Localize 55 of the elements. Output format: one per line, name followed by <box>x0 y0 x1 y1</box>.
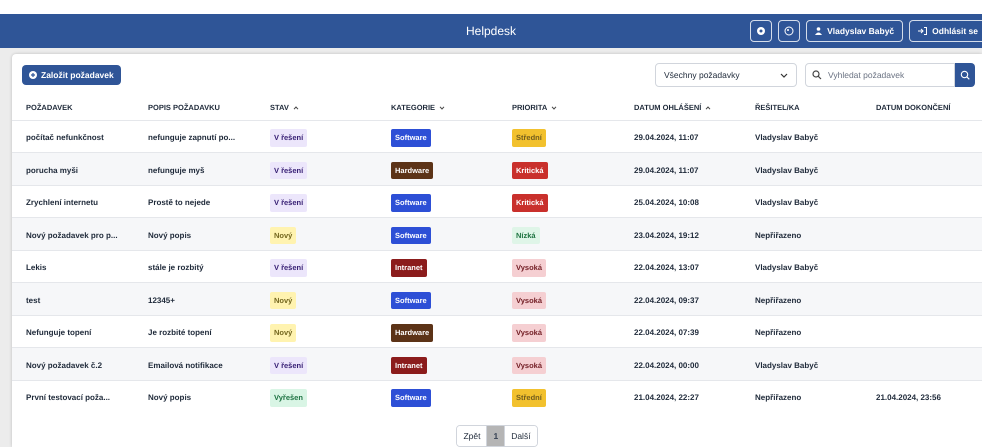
create-request-button[interactable]: Založit požadavek <box>22 65 121 85</box>
reported-date: 29.04.2024, 11:07 <box>634 133 699 142</box>
reported-date: 22.04.2024, 09:37 <box>634 296 699 305</box>
request-description: Je rozbité topení <box>148 328 212 338</box>
chevron-down-icon <box>780 72 788 78</box>
app-title: Helpdesk <box>466 23 516 40</box>
request-name: Nový požadavek pro p... <box>26 230 118 240</box>
assignee-name: Nepřiřazeno <box>755 328 802 338</box>
reported-date: 29.04.2024, 11:07 <box>634 166 699 175</box>
settings-button[interactable] <box>750 20 772 42</box>
logout-button[interactable]: Odhlásit se <box>909 20 982 42</box>
assignee-name: Nepřiřazeno <box>755 230 802 240</box>
request-name: porucha myši <box>26 166 78 175</box>
settings-icon <box>756 26 766 36</box>
request-name: počítač nefunkčnost <box>26 133 104 142</box>
request-description: nefunguje myš <box>148 166 204 175</box>
filter-dropdown[interactable]: Všechny požadavky <box>655 63 797 87</box>
reported-date: 21.04.2024, 22:27 <box>634 393 699 402</box>
request-description: Prostě to nejede <box>148 198 210 208</box>
search-icon <box>812 70 822 80</box>
request-description: nefunguje zapnutí po... <box>148 133 236 142</box>
page-button[interactable]: Další <box>504 426 537 446</box>
logout-icon <box>918 27 928 35</box>
search-input[interactable]: Vyhledat požadavek <box>828 68 948 82</box>
assignee-name: Vladyslav Babyč <box>755 133 818 142</box>
reported-date: 22.04.2024, 07:39 <box>634 328 699 338</box>
assignee-name: Vladyslav Babyč <box>755 198 818 208</box>
user-icon <box>815 27 822 35</box>
request-name: Nový požadavek č.2 <box>26 360 102 370</box>
request-name: test <box>26 296 40 305</box>
request-description: Nový popis <box>148 393 192 402</box>
page-button[interactable]: 1 <box>486 426 504 446</box>
request-name: Zrychlení internetu <box>26 198 98 208</box>
plus-circle-icon <box>29 71 37 79</box>
request-name: První testovací poža... <box>26 393 110 402</box>
request-description: Emailová notifikace <box>148 360 223 370</box>
search-icon <box>960 70 970 80</box>
assignee-name: Vladyslav Babyč <box>755 360 818 370</box>
request-description: 12345+ <box>148 296 175 305</box>
search-button[interactable] <box>955 63 975 87</box>
completed-date: 21.04.2024, 23:56 <box>876 393 941 402</box>
reported-date: 25.04.2024, 10:08 <box>634 198 699 208</box>
reported-date: 22.04.2024, 00:00 <box>634 360 699 370</box>
assignee-name: Vladyslav Babyč <box>755 263 818 272</box>
reported-date: 22.04.2024, 13:07 <box>634 263 699 272</box>
request-description: stále je rozbitý <box>148 263 204 272</box>
user-button[interactable]: Vladyslav Babyč <box>806 20 904 42</box>
request-description: Nový popis <box>148 230 192 240</box>
search-field[interactable]: Vyhledat požadavek <box>805 63 955 87</box>
assignee-name: Nepřiřazeno <box>755 296 802 305</box>
reported-date: 23.04.2024, 19:12 <box>634 230 699 240</box>
request-name: Nefunguje topení <box>26 328 92 338</box>
assignee-name: Vladyslav Babyč <box>755 166 818 175</box>
assignee-name: Nepřiřazeno <box>755 393 802 402</box>
request-name: Lekis <box>26 263 46 272</box>
